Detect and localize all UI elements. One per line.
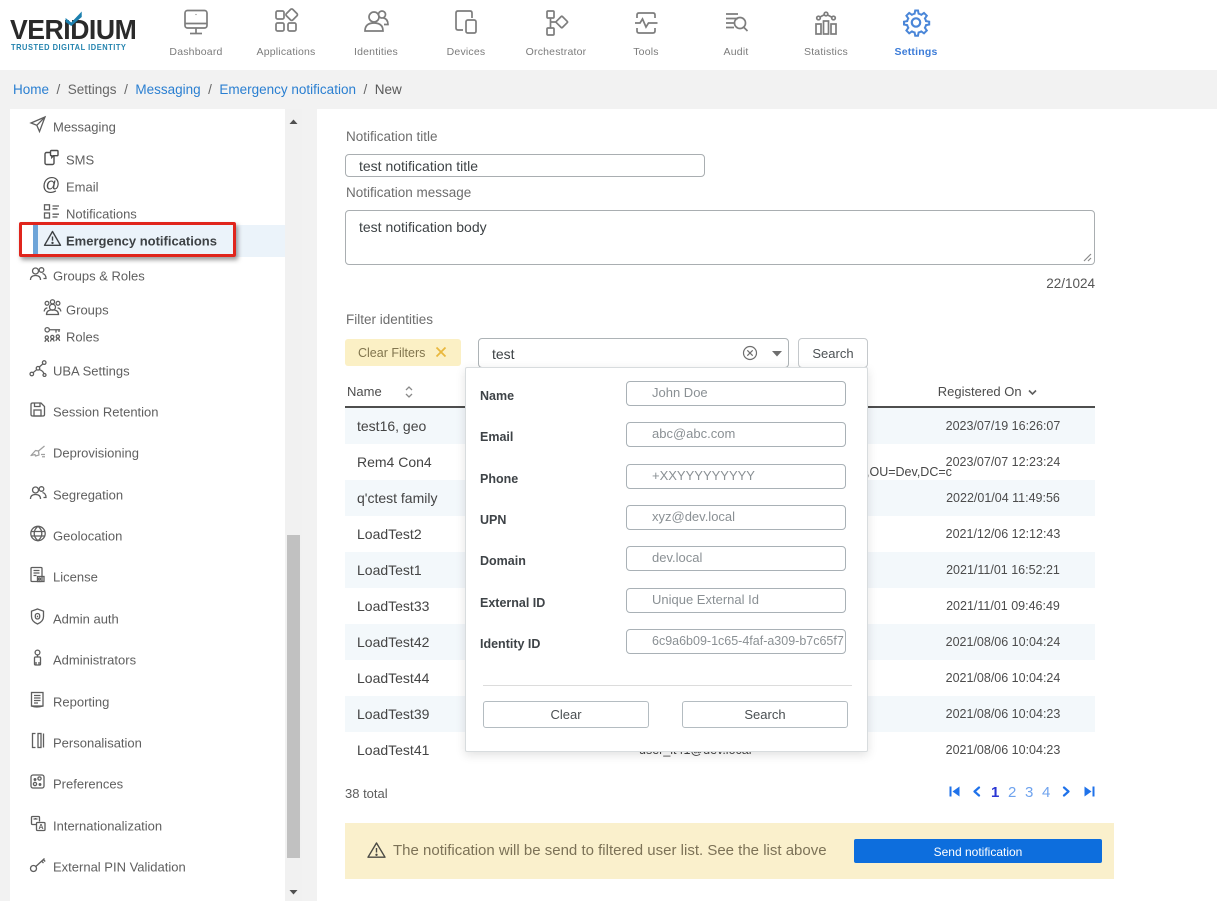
svg-text:A: A [39,824,44,831]
svg-text:@: @ [43,175,60,193]
